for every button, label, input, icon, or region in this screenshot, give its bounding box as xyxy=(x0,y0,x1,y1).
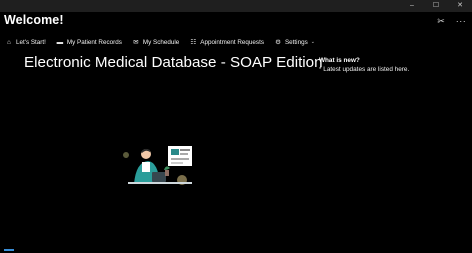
send-icon: ✉ xyxy=(133,39,139,46)
chevron-down-icon: ⌄ xyxy=(310,39,315,45)
nav-item-settings[interactable]: ⚙ Settings ⌄ xyxy=(269,35,320,49)
top-navigation: ⌂ Let's Start! ▬ My Patient Records ✉ My… xyxy=(0,35,320,49)
nav-item-label: Settings xyxy=(284,38,308,46)
whats-new-item: * Latest updates are listed here. xyxy=(319,66,410,73)
main-headline: Electronic Medical Database - SOAP Editi… xyxy=(24,54,323,71)
nav-item-label: My Schedule xyxy=(142,38,180,46)
gear-icon: ⚙ xyxy=(275,39,281,46)
more-icon[interactable]: ··· xyxy=(452,13,470,29)
nav-item-label: Appointment Requests xyxy=(200,38,264,46)
scissors-icon[interactable]: ✂ xyxy=(432,13,450,29)
nav-item-my-schedule[interactable]: ✉ My Schedule xyxy=(127,35,184,49)
nav-item-lets-start[interactable]: ⌂ Let's Start! xyxy=(0,35,51,49)
minimize-button[interactable]: – xyxy=(400,0,424,12)
close-button[interactable]: ✕ xyxy=(448,0,472,12)
home-icon: ⌂ xyxy=(7,38,11,46)
nav-item-appointment-requests[interactable]: ☷ Appointment Requests xyxy=(184,35,269,49)
nav-item-label: Let's Start! xyxy=(16,38,46,46)
page-title: Welcome! xyxy=(4,13,64,27)
whats-new-panel: What is new? * Latest updates are listed… xyxy=(319,57,459,73)
whats-new-title: What is new? xyxy=(319,57,360,64)
selection-indicator xyxy=(4,249,14,251)
nav-item-my-patient-records[interactable]: ▬ My Patient Records xyxy=(51,35,127,49)
nav-item-label: My Patient Records xyxy=(66,38,122,46)
briefcase-icon: ▬ xyxy=(56,38,64,46)
list-icon: ☷ xyxy=(190,39,197,46)
maximize-button[interactable]: ☐ xyxy=(424,0,448,12)
doctor-illustration xyxy=(123,146,192,185)
